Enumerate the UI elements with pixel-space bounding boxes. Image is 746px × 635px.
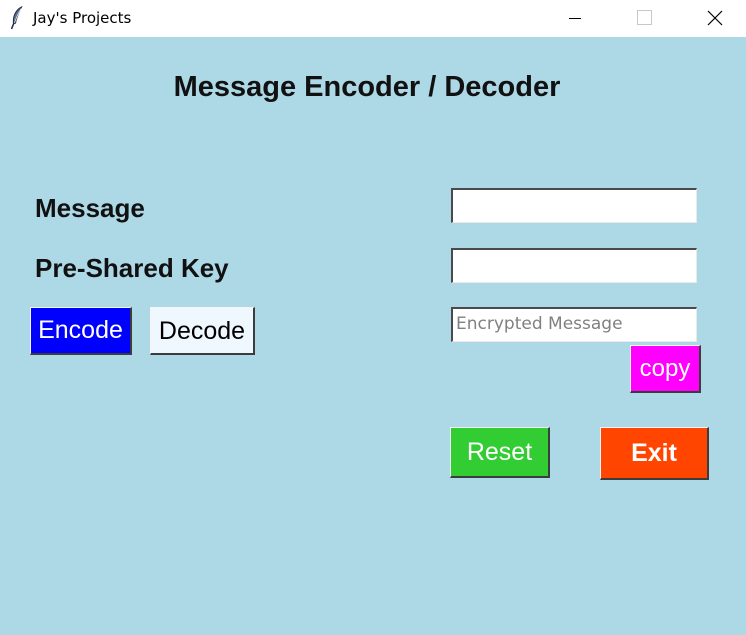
app-body: Message Encoder / Decoder Message Pre-Sh… bbox=[0, 37, 746, 635]
encode-button[interactable]: Encode bbox=[30, 307, 132, 355]
close-button[interactable] bbox=[690, 0, 736, 37]
reset-button[interactable]: Reset bbox=[450, 427, 550, 478]
message-label: Message bbox=[35, 193, 145, 223]
app-window: Jay's Projects Message Encoder / Decoder… bbox=[0, 0, 746, 635]
copy-button[interactable]: copy bbox=[630, 345, 701, 393]
message-input[interactable] bbox=[451, 188, 697, 223]
page-title: Message Encoder / Decoder bbox=[173, 71, 561, 103]
pre-shared-key-input[interactable] bbox=[451, 248, 697, 283]
encrypted-message-output[interactable]: Encrypted Message bbox=[451, 307, 697, 342]
feather-icon bbox=[9, 5, 25, 30]
title-bar[interactable]: Jay's Projects bbox=[0, 0, 746, 37]
window-title: Jay's Projects bbox=[33, 9, 132, 27]
pre-shared-key-label: Pre-Shared Key bbox=[35, 253, 229, 283]
minimize-button[interactable] bbox=[552, 0, 598, 37]
decode-button[interactable]: Decode bbox=[150, 307, 255, 355]
maximize-button[interactable] bbox=[620, 0, 666, 37]
exit-button[interactable]: Exit bbox=[600, 427, 709, 480]
